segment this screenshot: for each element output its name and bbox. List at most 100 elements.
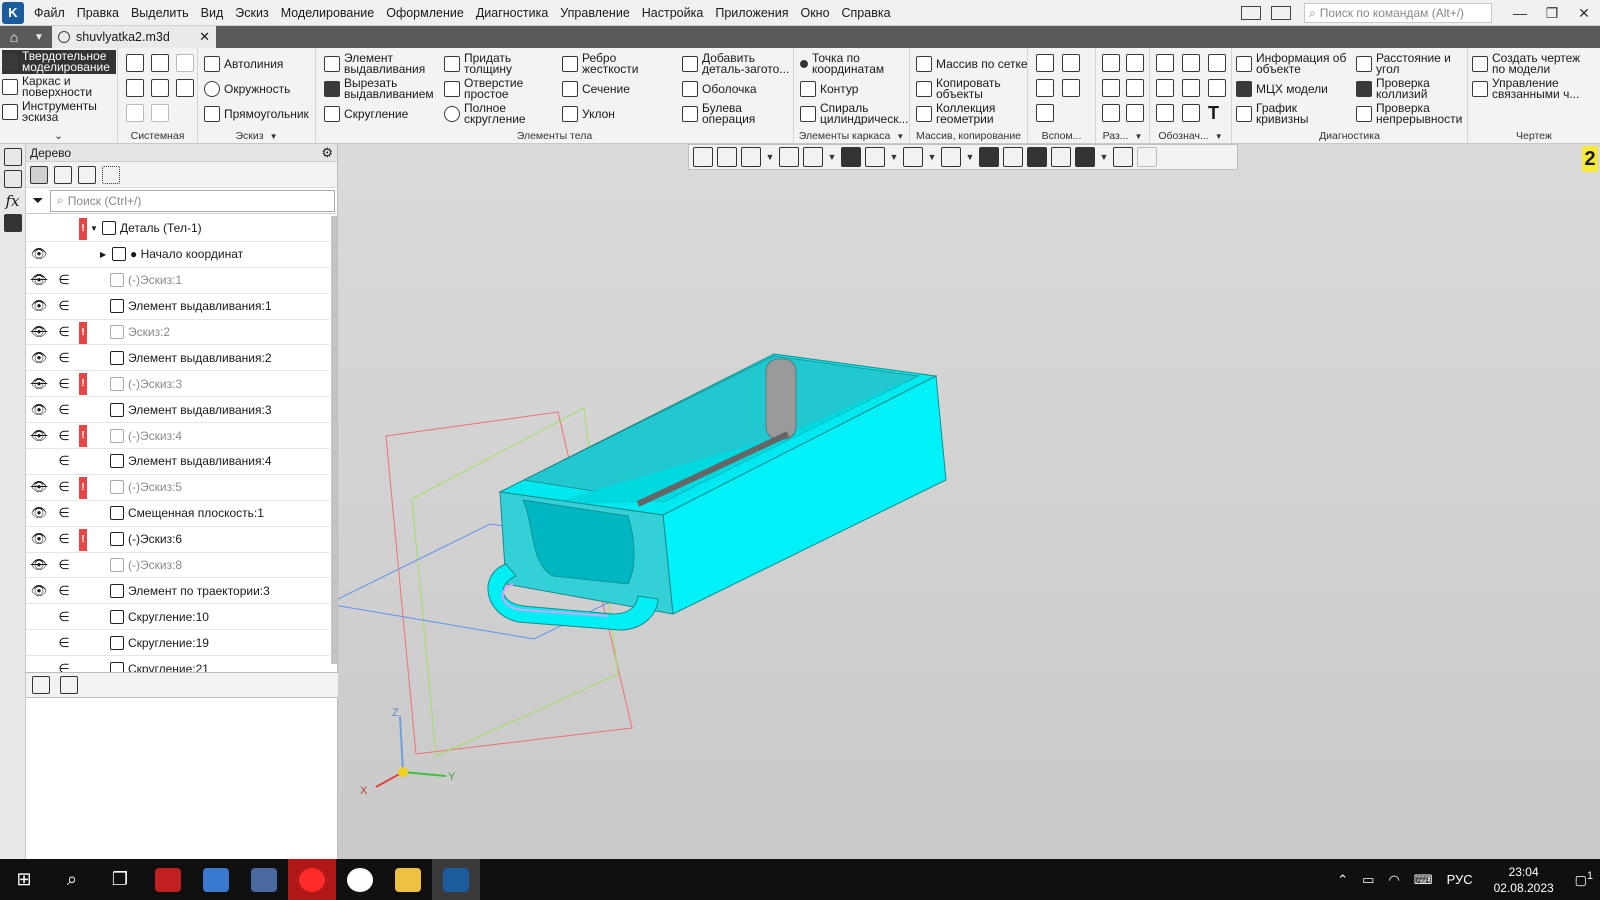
- eye-icon[interactable]: 👁: [26, 294, 52, 319]
- tree-structure-icon[interactable]: [30, 165, 48, 184]
- aux-line-icon[interactable]: [1036, 79, 1054, 97]
- aux-axis-icon[interactable]: [1062, 54, 1080, 72]
- extrude-button[interactable]: Элемент выдавливания: [324, 52, 432, 76]
- continuity-check-button[interactable]: Проверка непрерывности: [1356, 102, 1466, 126]
- print-icon[interactable]: [126, 79, 144, 97]
- taskbar-app-2[interactable]: [192, 859, 240, 900]
- save-all-icon[interactable]: [176, 79, 194, 97]
- menu-window[interactable]: Окно: [794, 0, 835, 26]
- eye-icon[interactable]: 👁: [26, 501, 52, 526]
- eye-icon[interactable]: 👁: [26, 345, 52, 370]
- expand-right-icon[interactable]: ▶: [100, 250, 110, 259]
- tree-row[interactable]: 👁 ∈! Эскиз:2: [26, 320, 330, 346]
- wifi-icon[interactable]: ◠: [1388, 872, 1399, 888]
- eye-icon[interactable]: 👁: [26, 475, 52, 500]
- list-view-tab-icon[interactable]: [60, 676, 78, 694]
- aux-plane-icon[interactable]: [1036, 54, 1054, 72]
- tree-row[interactable]: 👁 ∈ Элемент по траектории:3: [26, 578, 330, 605]
- menu-apps[interactable]: Приложения: [709, 0, 794, 26]
- tree-row[interactable]: 👁 ∈ Элемент выдавливания:3: [26, 397, 330, 424]
- leader-icon[interactable]: [1208, 54, 1226, 72]
- mode-sketch-tools[interactable]: Инструменты эскиза: [2, 100, 116, 124]
- menu-help[interactable]: Справка: [836, 0, 897, 26]
- open-file-icon[interactable]: [151, 54, 169, 72]
- tree-select-icon[interactable]: [102, 165, 120, 184]
- tree-row[interactable]: 👁 ∈! (-)Эскиз:5: [26, 475, 330, 501]
- section-button[interactable]: Сечение: [562, 77, 630, 101]
- variables-icon[interactable]: fx: [4, 192, 22, 210]
- gear-icon[interactable]: ⚙: [321, 145, 333, 161]
- menu-design[interactable]: Оформление: [380, 0, 470, 26]
- group-caption-sketch[interactable]: Эскиз ▼: [198, 130, 315, 142]
- tree-row[interactable]: 👁 ∈ Смещенная плоскость:1: [26, 501, 330, 527]
- contour-button[interactable]: Контур: [800, 77, 858, 101]
- battery-icon[interactable]: ▭: [1362, 872, 1374, 888]
- menu-modeling[interactable]: Моделирование: [275, 0, 381, 26]
- full-round-button[interactable]: Полное скругление: [444, 102, 534, 126]
- split-curve-icon[interactable]: [1102, 104, 1120, 122]
- circle-button[interactable]: Окружность: [204, 77, 290, 101]
- menu-sketch[interactable]: Эскиз: [229, 0, 274, 26]
- preview-icon[interactable]: [151, 79, 169, 97]
- properties-panel-icon[interactable]: [3, 170, 22, 188]
- create-drawing-button[interactable]: Создать чертеж по модели: [1472, 52, 1596, 76]
- group-caption-raz[interactable]: Раз... ▼: [1096, 130, 1149, 142]
- filter-icon[interactable]: ⏷: [26, 192, 50, 209]
- taskbar-kompas[interactable]: [432, 859, 480, 900]
- tree-search-input[interactable]: ⌕ Поиск (Ctrl+/): [50, 189, 335, 212]
- chevron-up-icon[interactable]: ⌃: [1337, 872, 1348, 888]
- add-blank-button[interactable]: Добавить деталь-загото...: [682, 52, 792, 76]
- aux-point-icon[interactable]: [1062, 79, 1080, 97]
- eye-icon[interactable]: 👁: [26, 268, 52, 293]
- fillet-button[interactable]: Скругление: [324, 102, 408, 126]
- split-edge-icon[interactable]: [1126, 104, 1144, 122]
- tree-row[interactable]: 👁 ∈ (-)Эскиз:8: [26, 553, 330, 579]
- group-caption-frame[interactable]: Элементы каркаса ▼: [794, 130, 909, 142]
- rib-button[interactable]: Ребро жесткости: [562, 52, 646, 76]
- eye-icon[interactable]: 👁: [26, 320, 52, 345]
- text-icon[interactable]: T: [1208, 104, 1226, 122]
- tree-row[interactable]: ∈ Скругление:19: [26, 630, 330, 657]
- eye-icon[interactable]: 👁: [26, 371, 52, 396]
- tree-scrollbar[interactable]: [331, 216, 337, 664]
- menu-settings[interactable]: Настройка: [636, 0, 710, 26]
- tree-row[interactable]: 👁 ∈! (-)Эскиз:3: [26, 371, 330, 398]
- eye-icon[interactable]: [26, 630, 52, 655]
- eye-icon[interactable]: 👁: [26, 423, 52, 448]
- language-indicator[interactable]: РУС: [1447, 872, 1473, 887]
- tree-history-icon[interactable]: [54, 165, 72, 184]
- taskbar-explorer[interactable]: [384, 859, 432, 900]
- copy-objects-button[interactable]: Копировать объекты: [916, 77, 1016, 101]
- mode-surfaces[interactable]: Каркас и поверхности: [2, 75, 116, 99]
- menu-manage[interactable]: Управление: [554, 0, 636, 26]
- taskbar-app-1[interactable]: [144, 859, 192, 900]
- screen-icon[interactable]: [1271, 6, 1291, 20]
- geometry-collection-button[interactable]: Коллекция геометрии: [916, 102, 1016, 126]
- redo-icon[interactable]: [151, 104, 169, 122]
- document-tab[interactable]: shuvlyatka2.m3d ✕: [52, 26, 216, 48]
- shell-button[interactable]: Оболочка: [682, 77, 757, 101]
- object-info-button[interactable]: Информация об объекте: [1236, 52, 1348, 76]
- group-caption-oboz[interactable]: Обознач... ▼: [1150, 130, 1231, 142]
- autoline-button[interactable]: Автолиния: [204, 52, 283, 76]
- curvature-graph-button[interactable]: График кривизны: [1236, 102, 1320, 126]
- mode-solid[interactable]: Твердотельное моделирование: [2, 50, 116, 74]
- layers-icon[interactable]: [3, 214, 22, 232]
- 3d-viewport[interactable]: ▼ ▼ ▼ ▼ ▼ ▼ 2 Z X Y: [338, 144, 1600, 859]
- dimension-icon[interactable]: [1182, 54, 1200, 72]
- eye-icon[interactable]: 👁: [26, 578, 52, 603]
- expand-down-icon[interactable]: ▼: [90, 224, 100, 233]
- tree-row[interactable]: ! ▼ Деталь (Тел-1): [26, 216, 330, 242]
- task-view-icon[interactable]: ❐: [96, 859, 144, 900]
- tree-row[interactable]: 👁 ▶ ● Начало координат: [26, 242, 330, 268]
- menu-view[interactable]: Вид: [195, 0, 230, 26]
- linked-drawings-button[interactable]: Управление связанными ч...: [1472, 77, 1596, 101]
- new-file-icon[interactable]: [126, 54, 144, 72]
- split-body-icon[interactable]: [1126, 54, 1144, 72]
- angle-dim-icon[interactable]: [1182, 104, 1200, 122]
- split-icon[interactable]: [1102, 54, 1120, 72]
- taskbar-opera[interactable]: [288, 859, 336, 900]
- eye-icon[interactable]: [26, 604, 52, 629]
- thicken-button[interactable]: Придать толщину: [444, 52, 528, 76]
- tree-panel-icon[interactable]: [3, 148, 22, 166]
